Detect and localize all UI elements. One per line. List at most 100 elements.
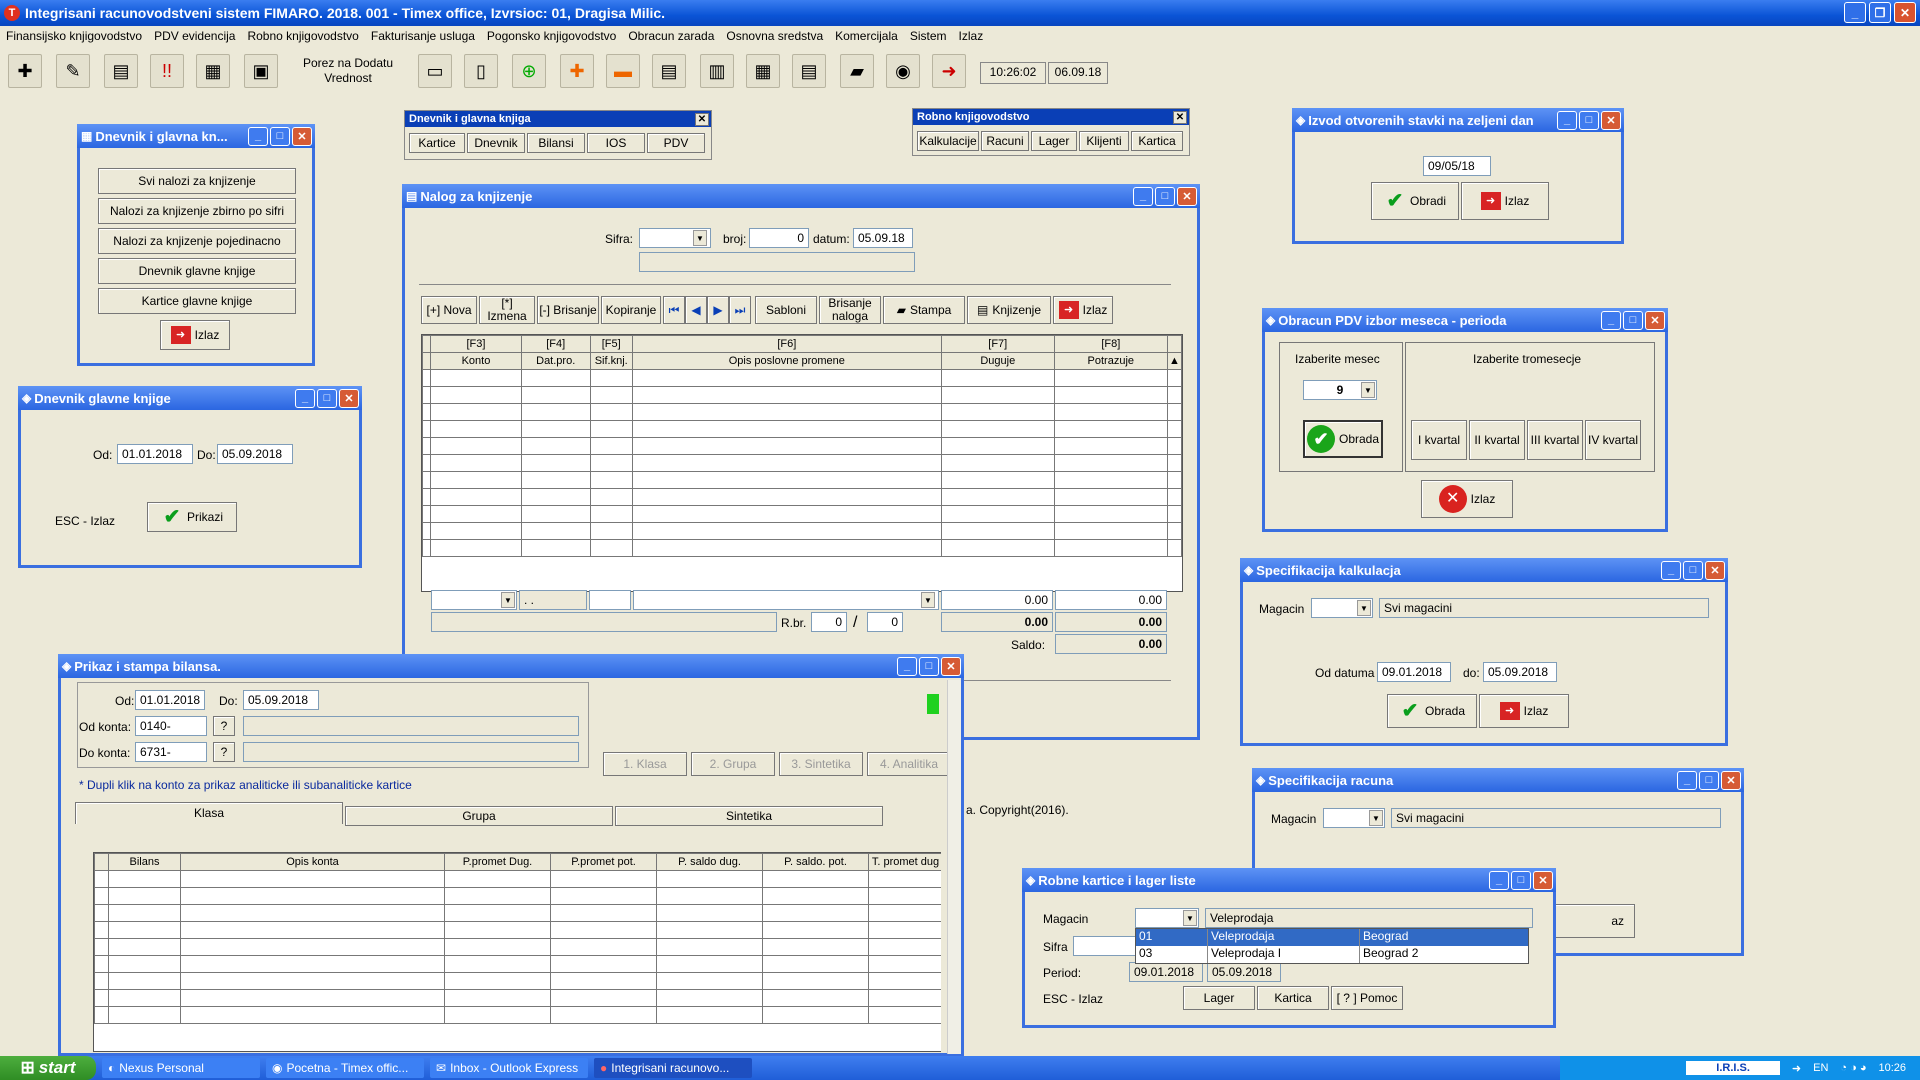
chevron-down-icon[interactable]: ▼ — [921, 592, 935, 608]
close-button[interactable]: ✕ — [1177, 186, 1197, 206]
task-fimaro[interactable]: ● Integrisani racunovo... — [594, 1058, 752, 1078]
maximize-button[interactable]: □ — [919, 656, 939, 676]
list-icon[interactable]: ▤ — [792, 54, 826, 88]
menu-pdv[interactable]: PDV evidencija — [148, 29, 241, 43]
od-konta-input[interactable]: 0140- — [135, 716, 207, 736]
bilans-grid[interactable]: Bilans Opis konta P.promet Dug. P.promet po… — [93, 852, 941, 1052]
opis-input[interactable] — [633, 590, 939, 610]
menu-robno[interactable]: Robno knjigovodstvo — [241, 29, 364, 43]
table-row[interactable] — [422, 505, 1182, 523]
menu-fakturisanje[interactable]: Fakturisanje usluga — [365, 29, 481, 43]
menu-finansijsko[interactable]: Finansijsko knjigovodstvo — [0, 29, 148, 43]
obrada-button[interactable]: ✔ Obrada — [1387, 694, 1477, 728]
table-row[interactable] — [94, 938, 941, 956]
chevron-down-icon[interactable]: ▼ — [1183, 910, 1197, 926]
od-date-input[interactable]: 01.01.2018 — [117, 444, 193, 464]
exit-icon[interactable]: ➜ — [932, 54, 966, 88]
period-od-input[interactable]: 09.01.2018 — [1129, 962, 1203, 982]
menu-izlaz[interactable]: Izlaz — [953, 29, 990, 43]
od-konta-lookup-button[interactable]: ? — [213, 716, 235, 736]
kartice-button[interactable]: Kartice — [409, 133, 465, 153]
bilansi-button[interactable]: Bilansi — [527, 133, 585, 153]
maximize-button[interactable]: □ — [1683, 560, 1703, 580]
minimize-button[interactable]: _ — [248, 126, 268, 146]
table-row[interactable] — [94, 989, 941, 1007]
add-doc-icon[interactable]: ▯ — [464, 54, 498, 88]
sifra-input[interactable] — [1073, 936, 1143, 956]
table-row[interactable] — [422, 454, 1182, 472]
minimize-button[interactable]: _ — [1844, 2, 1866, 23]
close-icon[interactable]: ✕ — [695, 112, 709, 126]
do-konta-input[interactable]: 6731- — [135, 742, 207, 762]
col-psaldo-dug[interactable]: P. saldo dug. — [656, 853, 763, 871]
prikazi-button[interactable]: ✔ Prikazi — [147, 502, 237, 532]
level-grupa-button[interactable]: 2. Grupa — [691, 752, 775, 776]
add-green-icon[interactable]: ⊕ — [512, 54, 546, 88]
new-doc-icon[interactable]: ✚ — [8, 54, 42, 88]
broj-input[interactable]: 0 — [749, 228, 809, 248]
datum-input[interactable]: 05.09.18 — [853, 228, 913, 248]
menu-komercijala[interactable]: Komercijala — [829, 29, 904, 43]
klijenti-button[interactable]: Klijenti — [1079, 131, 1129, 151]
kvartal-2-button[interactable]: II kvartal — [1469, 420, 1525, 460]
cabinet-icon[interactable]: ▤ — [104, 54, 138, 88]
close-button[interactable]: ✕ — [1721, 770, 1741, 790]
table-row[interactable] — [422, 522, 1182, 540]
alert-icon[interactable]: !! — [150, 54, 184, 88]
chevron-down-icon[interactable]: ▼ — [501, 592, 515, 608]
knjizenje-button[interactable]: ▤ Knjizenje — [967, 296, 1051, 324]
edit-icon[interactable]: ✎ — [56, 54, 90, 88]
first-record-icon[interactable]: ⏮ — [663, 296, 685, 324]
obrada-button[interactable]: ✔ Obrada — [1303, 420, 1383, 458]
kartica-button[interactable]: Kartica — [1131, 131, 1183, 151]
level-sintetika-button[interactable]: 3. Sintetika — [779, 752, 863, 776]
menu-pogonsko[interactable]: Pogonsko knjigovodstvo — [481, 29, 622, 43]
menu-osnovna-sredstva[interactable]: Osnovna sredstva — [720, 29, 829, 43]
report-icon[interactable]: ▭ — [418, 54, 452, 88]
izlaz-button[interactable]: az — [1551, 904, 1635, 938]
minimize-button[interactable]: _ — [897, 656, 917, 676]
col-psaldo-pot[interactable]: P. saldo. pot. — [762, 853, 869, 871]
period-do-input[interactable]: 05.09.2018 — [1207, 962, 1281, 982]
table-row[interactable] — [94, 972, 941, 990]
close-button[interactable]: ✕ — [941, 656, 961, 676]
tab-grupa[interactable]: Grupa — [345, 806, 613, 826]
scroll-up-icon[interactable]: ▲ — [1166, 352, 1182, 370]
table-row[interactable] — [422, 386, 1182, 404]
printer-icon[interactable]: ▰ — [840, 54, 874, 88]
table-row[interactable] — [94, 904, 941, 922]
col-tpromet-dug[interactable]: T. promet dug — [868, 853, 941, 871]
maximize-button[interactable]: □ — [270, 126, 290, 146]
minimize-button[interactable]: _ — [1661, 560, 1681, 580]
do-date-input[interactable]: 05.09.2018 — [217, 444, 293, 464]
pomoc-button[interactable]: [ ? ] Pomoc — [1331, 986, 1403, 1010]
level-klasa-button[interactable]: 1. Klasa — [603, 752, 687, 776]
table-icon[interactable]: ▦ — [196, 54, 230, 88]
col-opis[interactable]: Opis poslovne promene — [631, 352, 942, 370]
table-row[interactable] — [422, 437, 1182, 455]
lager-button[interactable]: Lager — [1031, 131, 1077, 151]
last-record-icon[interactable]: ⏭ — [729, 296, 751, 324]
dropdown-option-selected[interactable]: 01 Veleprodaja Beograd — [1136, 929, 1528, 946]
chevron-down-icon[interactable]: ▼ — [1369, 810, 1383, 826]
col-ppromet-dug[interactable]: P.promet Dug. — [444, 853, 551, 871]
sabloni-button[interactable]: Sabloni — [755, 296, 817, 324]
nalozi-pojedinacno-button[interactable]: Nalozi za knjizenje pojedinacno — [98, 228, 296, 254]
maximize-button[interactable]: □ — [1511, 870, 1531, 890]
izmena-button[interactable]: [*] Izmena — [479, 296, 535, 324]
add-orange-icon[interactable]: ✚ — [560, 54, 594, 88]
od-date-input[interactable]: 01.01.2018 — [135, 690, 205, 710]
document-icon[interactable]: ▤ — [652, 54, 686, 88]
table-row[interactable] — [94, 921, 941, 939]
nova-button[interactable]: [+] Nova — [421, 296, 477, 324]
level-analitika-button[interactable]: 4. Analitika — [867, 752, 951, 776]
menu-sistem[interactable]: Sistem — [904, 29, 953, 43]
col-konto[interactable]: Konto — [430, 352, 522, 370]
col-opis-konta[interactable]: Opis konta — [180, 853, 445, 871]
pdv-button[interactable]: PDV — [647, 133, 705, 153]
kvartal-3-button[interactable]: III kvartal — [1527, 420, 1583, 460]
svi-nalozi-button[interactable]: Svi nalozi za knjizenje — [98, 168, 296, 194]
brisanje-naloga-button[interactable]: Brisanje naloga — [819, 296, 881, 324]
folder-icon[interactable]: ▥ — [700, 54, 734, 88]
language-indicator[interactable]: EN — [1813, 1062, 1828, 1074]
